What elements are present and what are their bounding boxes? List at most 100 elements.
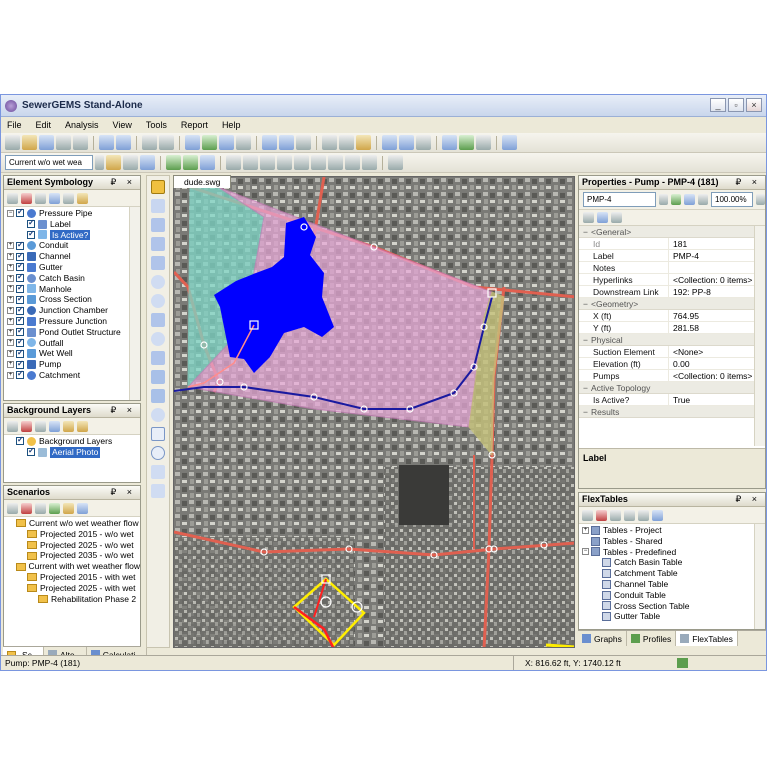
visibility-checkbox[interactable] bbox=[16, 240, 24, 251]
pin-close-icons[interactable]: ₽ × bbox=[111, 176, 136, 189]
profile-icon[interactable] bbox=[279, 135, 294, 150]
symbology-scrollbar[interactable] bbox=[129, 207, 140, 400]
new-icon[interactable] bbox=[7, 192, 18, 204]
tree-item[interactable]: Aerial Photo bbox=[4, 446, 140, 458]
document-tab[interactable]: dude.swg bbox=[173, 175, 232, 188]
minimize-button[interactable]: _ bbox=[710, 98, 726, 112]
find-icon[interactable] bbox=[142, 135, 157, 150]
visibility-checkbox[interactable] bbox=[16, 251, 24, 261]
compute-status-icon[interactable] bbox=[677, 658, 688, 668]
visibility-checkbox[interactable] bbox=[16, 294, 24, 305]
expand-toggle-icon[interactable]: + bbox=[7, 242, 14, 250]
selection-tool-icon[interactable] bbox=[151, 199, 165, 213]
new-icon[interactable] bbox=[582, 509, 593, 521]
tree-item[interactable]: + Tables - Project bbox=[579, 525, 765, 536]
zoom-select[interactable]: 100.00% bbox=[711, 192, 754, 207]
new-icon[interactable] bbox=[7, 420, 18, 432]
print-icon[interactable] bbox=[73, 135, 88, 150]
tree-item[interactable]: Catch Basin Table bbox=[579, 557, 765, 568]
expand-toggle-icon[interactable]: + bbox=[7, 350, 14, 358]
delete-icon[interactable] bbox=[596, 509, 607, 521]
property-row[interactable]: Label PMP-4 bbox=[579, 250, 765, 262]
move-up-icon[interactable] bbox=[77, 192, 88, 204]
property-row[interactable]: Notes bbox=[579, 262, 765, 274]
expand-toggle-icon[interactable]: + bbox=[7, 253, 14, 261]
flextable-icon[interactable] bbox=[399, 135, 414, 150]
menu-report[interactable]: Report bbox=[181, 120, 208, 130]
expand-toggle-icon[interactable]: + bbox=[7, 285, 14, 293]
tree-item[interactable]: Projected 2025 - w/o wet bbox=[4, 540, 140, 551]
circle-tool-icon[interactable] bbox=[151, 408, 165, 422]
help-icon[interactable] bbox=[652, 509, 663, 521]
table-icon[interactable] bbox=[382, 135, 397, 150]
property-category[interactable]: − Results bbox=[579, 406, 765, 418]
calculator-icon[interactable] bbox=[416, 135, 431, 150]
tree-item[interactable]: − Pressure Pipe bbox=[4, 207, 140, 219]
pond-tool-icon[interactable] bbox=[151, 389, 165, 403]
collapse-icon[interactable]: − bbox=[583, 406, 591, 418]
tree-item[interactable]: Background Layers bbox=[4, 435, 140, 447]
tree-item[interactable]: + Outfall bbox=[4, 337, 140, 349]
make-current-icon[interactable] bbox=[63, 502, 74, 514]
sort-alphabetical-icon[interactable] bbox=[597, 212, 608, 223]
tree-item[interactable]: + Pressure Junction bbox=[4, 315, 140, 327]
junction-tool-icon[interactable] bbox=[151, 294, 165, 308]
property-value[interactable] bbox=[669, 262, 673, 273]
pin-close-icons[interactable]: ₽ × bbox=[736, 176, 761, 189]
tree-item[interactable]: + Catch Basin bbox=[4, 272, 140, 284]
visibility-checkbox[interactable] bbox=[16, 272, 24, 283]
visibility-checkbox[interactable] bbox=[16, 369, 24, 380]
property-row[interactable]: Id 181 bbox=[579, 238, 765, 250]
menu-analysis[interactable]: Analysis bbox=[65, 120, 99, 130]
annotation-icon[interactable] bbox=[356, 135, 371, 150]
tree-item[interactable]: Projected 2015 - with wet bbox=[4, 572, 140, 583]
tree-item[interactable]: Cross Section Table bbox=[579, 601, 765, 612]
save-icon[interactable] bbox=[39, 135, 54, 150]
layers-icon[interactable] bbox=[459, 135, 474, 150]
visibility-checkbox[interactable] bbox=[16, 326, 24, 337]
settings-icon[interactable] bbox=[388, 155, 403, 170]
chevron-down-icon[interactable] bbox=[658, 194, 668, 205]
visibility-checkbox[interactable] bbox=[16, 261, 24, 272]
property-category[interactable]: − Active Topology bbox=[579, 382, 765, 394]
menu-help[interactable]: Help bbox=[222, 120, 241, 130]
tree-item[interactable]: + Catchment bbox=[4, 369, 140, 381]
expand-toggle-icon[interactable]: + bbox=[582, 526, 589, 534]
visibility-checkbox[interactable] bbox=[16, 435, 24, 446]
expand-toggle-icon[interactable]: + bbox=[7, 296, 14, 304]
select-element-icon[interactable] bbox=[670, 194, 682, 205]
property-row[interactable]: Y (ft) 281.58 bbox=[579, 322, 765, 334]
edit-icon[interactable] bbox=[49, 420, 60, 432]
compute-arrow-icon[interactable] bbox=[166, 155, 181, 170]
outfall-tool-icon[interactable] bbox=[151, 313, 165, 327]
tree-item[interactable]: + Pump bbox=[4, 359, 140, 370]
tree-item[interactable]: Is Active? bbox=[4, 229, 140, 241]
scenario-select[interactable]: Current w/o wet wea bbox=[5, 155, 93, 170]
property-value[interactable]: 0.00 bbox=[669, 358, 690, 369]
zoom-icon[interactable] bbox=[476, 135, 491, 150]
pencil-icon[interactable] bbox=[339, 135, 354, 150]
rename-icon[interactable] bbox=[35, 502, 46, 514]
categorized-icon[interactable] bbox=[583, 212, 594, 223]
property-value[interactable]: 764.95 bbox=[669, 310, 699, 321]
pump-tool-icon[interactable] bbox=[151, 351, 165, 365]
edit-icon[interactable] bbox=[624, 509, 635, 521]
graph-icon[interactable] bbox=[262, 135, 277, 150]
property-row[interactable]: Downstream Link 192: PP-8 bbox=[579, 286, 765, 298]
zoom-out-icon[interactable] bbox=[277, 155, 292, 170]
property-row[interactable]: X (ft) 764.95 bbox=[579, 310, 765, 322]
property-value[interactable]: <Collection: 0 items> bbox=[669, 274, 752, 285]
document-icon[interactable] bbox=[123, 155, 138, 170]
refresh-icon[interactable] bbox=[362, 155, 377, 170]
visibility-checkbox[interactable] bbox=[27, 446, 35, 457]
duplicate-icon[interactable] bbox=[638, 509, 649, 521]
element-select[interactable]: PMP-4 bbox=[583, 192, 656, 207]
tab-flextables[interactable]: FlexTables bbox=[676, 631, 738, 646]
property-value[interactable]: 192: PP-8 bbox=[669, 286, 711, 297]
collapse-icon[interactable]: − bbox=[583, 334, 591, 346]
property-row[interactable]: Pumps <Collection: 0 items> bbox=[579, 370, 765, 382]
zoom-window-icon[interactable] bbox=[243, 155, 258, 170]
tree-item[interactable]: + Cross Section bbox=[4, 294, 140, 305]
binoculars-icon[interactable] bbox=[159, 135, 174, 150]
tree-item[interactable]: + Channel bbox=[4, 251, 140, 262]
